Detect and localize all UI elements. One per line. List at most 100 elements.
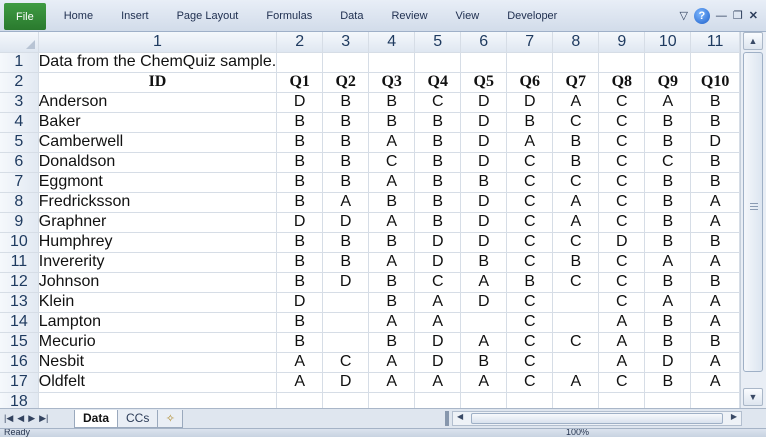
answer-cell[interactable]: C [552,232,600,253]
next-sheet-icon[interactable]: ▶ [28,413,35,424]
answer-cell[interactable]: C [414,272,462,293]
answer-cell[interactable]: A [368,312,416,333]
answer-cell[interactable]: C [506,152,554,173]
answer-cell[interactable]: A [368,172,416,193]
ribbon-minimize-chevron-icon[interactable]: ▽ [679,9,687,22]
answer-cell[interactable]: A [460,332,508,353]
answer-cell[interactable]: B [690,332,740,353]
answer-cell[interactable]: C [506,292,554,313]
empty-cell[interactable] [276,52,324,73]
tab-data[interactable]: Data [326,2,377,29]
answer-cell[interactable]: B [644,332,692,353]
row-header[interactable]: 8 [0,192,39,213]
answer-cell[interactable]: D [460,212,508,233]
answer-cell[interactable]: D [414,352,462,373]
answer-cell[interactable]: B [690,92,740,113]
answer-cell[interactable]: D [322,272,370,293]
answer-cell[interactable]: C [598,292,646,313]
header-cell[interactable]: Q4 [414,72,462,93]
answer-cell[interactable]: B [368,192,416,213]
answer-cell[interactable]: B [552,132,600,153]
answer-cell[interactable]: B [322,132,370,153]
row-header[interactable]: 14 [0,312,39,333]
answer-cell[interactable]: D [460,132,508,153]
answer-cell[interactable]: A [598,312,646,333]
answer-cell[interactable]: C [598,192,646,213]
answer-cell[interactable]: B [690,232,740,253]
answer-cell[interactable]: B [322,172,370,193]
answer-cell[interactable]: A [368,132,416,153]
student-id-cell[interactable]: Donaldson [38,152,278,173]
answer-cell[interactable]: A [690,312,740,333]
student-id-cell[interactable]: Fredricksson [38,192,278,213]
answer-cell[interactable]: D [460,292,508,313]
header-cell[interactable]: Q2 [322,72,370,93]
file-tab[interactable]: File [4,3,46,30]
answer-cell[interactable]: D [644,352,692,373]
answer-cell[interactable]: A [552,92,600,113]
horizontal-scrollbar[interactable]: ◀ ▶ [452,411,742,426]
student-id-cell[interactable]: Nesbit [38,352,278,373]
answer-cell[interactable]: B [644,312,692,333]
answer-cell[interactable]: C [506,232,554,253]
scroll-left-arrow-icon[interactable]: ◀ [457,412,463,421]
empty-cell[interactable] [644,392,692,408]
answer-cell[interactable]: C [598,152,646,173]
empty-cell[interactable] [506,52,554,73]
student-id-cell[interactable]: Eggmont [38,172,278,193]
answer-cell[interactable]: D [460,192,508,213]
answer-cell[interactable]: C [414,92,462,113]
empty-cell[interactable] [368,392,416,408]
answer-cell[interactable]: B [644,132,692,153]
row-header[interactable]: 4 [0,112,39,133]
row-header[interactable]: 11 [0,252,39,273]
row-header[interactable]: 9 [0,212,39,233]
answer-cell[interactable]: B [414,132,462,153]
answer-cell[interactable]: A [368,352,416,373]
horizontal-scroll-thumb[interactable] [471,413,723,424]
answer-cell[interactable]: B [644,372,692,393]
header-cell[interactable]: Q9 [644,72,692,93]
answer-cell[interactable]: D [460,92,508,113]
answer-cell[interactable]: A [598,332,646,353]
answer-cell[interactable]: D [460,232,508,253]
row-header[interactable]: 1 [0,52,39,73]
student-id-cell[interactable]: Mecurio [38,332,278,353]
empty-cell[interactable] [552,392,600,408]
answer-cell[interactable]: B [414,212,462,233]
empty-cell[interactable] [598,52,646,73]
answer-cell[interactable]: B [552,252,600,273]
answer-cell[interactable]: D [690,132,740,153]
tab-home[interactable]: Home [46,2,107,29]
answer-cell[interactable]: B [460,352,508,373]
answer-cell[interactable]: B [690,272,740,293]
empty-cell[interactable] [414,52,462,73]
answer-cell[interactable]: B [276,232,324,253]
empty-cell[interactable] [368,52,416,73]
empty-cell[interactable] [276,392,324,408]
answer-cell[interactable]: C [598,172,646,193]
last-sheet-icon[interactable]: ▶| [39,413,48,424]
answer-cell[interactable]: B [644,112,692,133]
answer-cell[interactable]: A [276,372,324,393]
answer-cell[interactable]: A [414,312,462,333]
answer-cell[interactable]: B [368,232,416,253]
answer-cell[interactable]: A [322,192,370,213]
zoom-level[interactable]: 100% [566,429,589,437]
empty-cell[interactable] [322,52,370,73]
header-cell[interactable]: Q8 [598,72,646,93]
vertical-scrollbar[interactable]: ▲ ▼ [740,32,766,408]
answer-cell[interactable]: D [322,212,370,233]
answer-cell[interactable]: D [414,232,462,253]
empty-cell[interactable] [460,52,508,73]
answer-cell[interactable]: A [552,212,600,233]
answer-cell[interactable]: C [598,252,646,273]
header-cell[interactable]: Q6 [506,72,554,93]
answer-cell[interactable]: B [276,272,324,293]
answer-cell[interactable]: B [644,212,692,233]
row-header[interactable]: 10 [0,232,39,253]
answer-cell[interactable]: B [690,172,740,193]
student-id-cell[interactable]: Johnson [38,272,278,293]
row-header[interactable]: 2 [0,72,39,93]
student-id-cell[interactable]: Humphrey [38,232,278,253]
